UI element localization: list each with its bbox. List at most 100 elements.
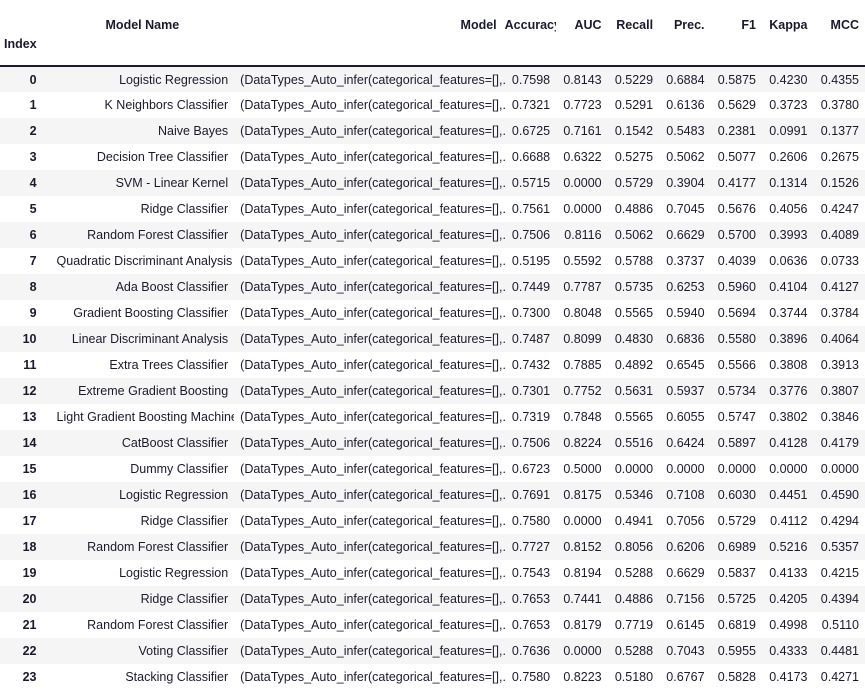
cell-model: (DataTypes_Auto_infer(categorical_featur… — [240, 72, 505, 87]
cell-auc: 0.8194 — [563, 566, 602, 580]
header-index-label: Index — [0, 36, 57, 67]
cell-recall: 0.5288 — [614, 566, 654, 580]
cell-model: (DataTypes_Auto_infer(categorical_featur… — [240, 592, 505, 606]
column-header-mcc[interactable]: MCC — [813, 0, 865, 36]
cell-prec: 0.7056 — [666, 514, 705, 528]
cell-model-name: Extreme Gradient Boosting — [78, 384, 229, 398]
cell-recall: 0.4892 — [614, 358, 654, 372]
cell-auc: 0.0000 — [563, 514, 602, 528]
cell-auc: 0.8179 — [563, 618, 602, 632]
row-index-cell: 6 — [29, 228, 37, 242]
cell-mcc: 0.4089 — [820, 228, 859, 242]
cell-auc: 0.0000 — [563, 176, 602, 190]
cell-recall: 0.5275 — [614, 150, 654, 164]
cell-model: (DataTypes_Auto_infer(categorical_featur… — [240, 254, 505, 268]
column-header-model-name[interactable]: Model Name — [57, 0, 235, 36]
table-row[interactable]: 0 Logistic Regression (DataTypes_Auto_infe… — [0, 66, 865, 92]
cell-mcc: 0.1526 — [820, 176, 859, 190]
cell-auc: 0.8175 — [563, 488, 602, 502]
row-index-cell: 15 — [22, 462, 37, 476]
cell-model-name: Dummy Classifier — [130, 462, 229, 476]
cell-auc: 0.8224 — [563, 436, 602, 450]
cell-model: (DataTypes_Auto_infer(categorical_featur… — [240, 540, 505, 554]
cell-f1: 0.5837 — [717, 566, 756, 580]
row-index-cell: 22 — [22, 644, 37, 658]
cell-accuracy: 0.7487 — [511, 332, 551, 346]
cell-prec: 0.6545 — [666, 358, 705, 372]
cell-mcc: 0.4294 — [820, 514, 859, 528]
cell-recall: 0.4941 — [614, 514, 654, 528]
cell-model: (DataTypes_Auto_infer(categorical_featur… — [240, 98, 505, 112]
row-index-cell: 1 — [29, 98, 37, 112]
cell-recall: 0.5180 — [614, 670, 654, 684]
table-row[interactable]: 20 Ridge Classifier (DataTypes_Auto_infer(… — [0, 586, 865, 612]
cell-model: (DataTypes_Auto_infer(categorical_featur… — [240, 644, 505, 658]
cell-auc: 0.7441 — [563, 592, 602, 606]
table-row[interactable]: 7 Quadratic Discriminant Analysis (DataTyp… — [0, 248, 865, 274]
column-header-model[interactable]: Model — [234, 0, 505, 36]
table-row[interactable]: 8 Ada Boost Classifier (DataTypes_Auto_inf… — [0, 274, 865, 300]
table-row[interactable]: 4 SVM - Linear Kernel (DataTypes_Auto_infe… — [0, 170, 865, 196]
table-row[interactable]: 11 Extra Trees Classifier (DataTypes_Auto_… — [0, 352, 865, 378]
cell-kappa: 0.4173 — [769, 670, 808, 684]
table-row[interactable]: 3 Decision Tree Classifier (DataTypes_Auto… — [0, 144, 865, 170]
table-row[interactable]: 22 Voting Classifier (DataTypes_Auto_infer… — [0, 638, 865, 664]
cell-kappa: 0.0636 — [769, 254, 808, 268]
row-index-cell: 9 — [29, 306, 37, 320]
row-index-cell: 18 — [22, 540, 37, 554]
cell-accuracy: 0.7319 — [511, 410, 551, 424]
cell-mcc: 0.4247 — [820, 202, 859, 216]
cell-kappa: 0.4104 — [769, 280, 808, 294]
cell-kappa: 0.4998 — [769, 618, 808, 632]
column-header-f1[interactable]: F1 — [711, 0, 762, 36]
cell-model-name: Ridge Classifier — [140, 202, 229, 216]
cell-kappa: 0.3993 — [769, 228, 808, 242]
table-header: Model Name Model Accuracy AUC Recall Pre… — [0, 0, 865, 67]
row-index-cell: 10 — [22, 332, 37, 346]
table-row[interactable]: 13 Light Gradient Boosting Machine (DataTy… — [0, 404, 865, 430]
table-row[interactable]: 23 Stacking Classifier (DataTypes_Auto_inf… — [0, 664, 865, 690]
column-header-kappa[interactable]: Kappa — [762, 0, 813, 36]
column-header-accuracy[interactable]: Accuracy — [505, 0, 556, 36]
cell-auc: 0.7848 — [563, 410, 602, 424]
table-row[interactable]: 6 Random Forest Classifier (DataTypes_Auto… — [0, 222, 865, 248]
cell-accuracy: 0.7598 — [511, 72, 551, 87]
cell-accuracy: 0.6725 — [511, 124, 551, 138]
row-index-cell: 21 — [22, 618, 37, 632]
row-index-cell: 19 — [22, 566, 37, 580]
cell-f1: 0.5828 — [717, 670, 756, 684]
table-row[interactable]: 9 Gradient Boosting Classifier (DataTypes_… — [0, 300, 865, 326]
table-row[interactable]: 5 Ridge Classifier (DataTypes_Auto_infer(c… — [0, 196, 865, 222]
cell-kappa: 0.1314 — [769, 176, 808, 190]
table-row[interactable]: 15 Dummy Classifier (DataTypes_Auto_infer(… — [0, 456, 865, 482]
column-header-prec[interactable]: Prec. — [659, 0, 710, 36]
column-header-recall[interactable]: Recall — [608, 0, 659, 36]
table-row[interactable]: 21 Random Forest Classifier (DataTypes_Aut… — [0, 612, 865, 638]
cell-mcc: 0.3807 — [820, 384, 859, 398]
column-header-auc[interactable]: AUC — [556, 0, 607, 36]
cell-auc: 0.7885 — [563, 358, 602, 372]
table-row[interactable]: 1 K Neighbors Classifier (DataTypes_Auto_i… — [0, 92, 865, 118]
cell-prec: 0.6253 — [666, 280, 705, 294]
table-row[interactable]: 10 Linear Discriminant Analysis (DataTypes… — [0, 326, 865, 352]
cell-kappa: 0.0991 — [769, 124, 808, 138]
cell-accuracy: 0.7506 — [511, 228, 551, 242]
cell-kappa: 0.3744 — [769, 306, 808, 320]
cell-mcc: 0.4215 — [820, 566, 859, 580]
cell-kappa: 0.4128 — [769, 436, 808, 450]
table-row[interactable]: 18 Random Forest Classifier (DataTypes_Aut… — [0, 534, 865, 560]
table-row[interactable]: 17 Ridge Classifier (DataTypes_Auto_infer(… — [0, 508, 865, 534]
table-row[interactable]: 16 Logistic Regression (DataTypes_Auto_inf… — [0, 482, 865, 508]
cell-model: (DataTypes_Auto_infer(categorical_featur… — [240, 176, 505, 190]
table-row[interactable]: 12 Extreme Gradient Boosting (DataTypes_Au… — [0, 378, 865, 404]
table-row[interactable]: 14 CatBoost Classifier (DataTypes_Auto_inf… — [0, 430, 865, 456]
table-row[interactable]: 19 Logistic Regression (DataTypes_Auto_inf… — [0, 560, 865, 586]
cell-accuracy: 0.7301 — [511, 384, 551, 398]
cell-recall: 0.5631 — [614, 384, 654, 398]
cell-accuracy: 0.5715 — [511, 176, 551, 190]
cell-accuracy: 0.7300 — [511, 306, 551, 320]
cell-prec: 0.5937 — [666, 384, 705, 398]
table-row[interactable]: 2 Naive Bayes (DataTypes_Auto_infer(catego… — [0, 118, 865, 144]
cell-accuracy: 0.7449 — [511, 280, 551, 294]
row-index-cell: 13 — [22, 410, 37, 424]
